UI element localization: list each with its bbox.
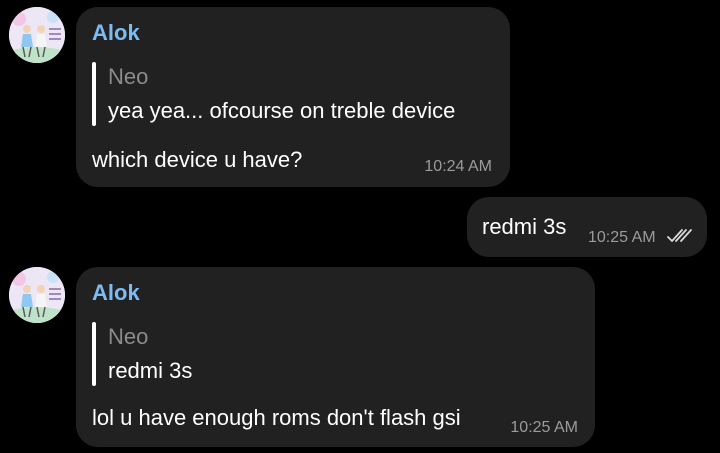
reply-quote-name[interactable]: Neo	[108, 324, 148, 350]
sender-name[interactable]: Alok	[92, 20, 140, 46]
reply-quote-name[interactable]: Neo	[108, 64, 148, 90]
message-text: redmi 3s	[482, 214, 567, 239]
sender-name[interactable]: Alok	[92, 280, 140, 306]
message-timestamp: 10:24 AM	[424, 158, 492, 175]
profile-picture-icon	[9, 7, 65, 63]
message-bubble-incoming[interactable]: Alok Neo redmi 3s lol u have enough roms…	[76, 267, 595, 447]
double-check-icon	[667, 229, 692, 242]
message-bubble-outgoing[interactable]: redmi 3s 10:25 AM	[467, 197, 707, 257]
avatar[interactable]	[9, 267, 65, 323]
profile-picture-icon	[9, 267, 65, 323]
reply-quote-text[interactable]: yea yea... ofcourse on treble device	[108, 98, 455, 124]
reply-quote-bar	[92, 62, 96, 126]
message-timestamp: 10:25 AM	[588, 229, 656, 246]
message-timestamp: 10:25 AM	[510, 419, 578, 436]
avatar[interactable]	[9, 7, 65, 63]
message-text: which device u have?	[92, 147, 303, 172]
message-bubble-incoming[interactable]: Alok Neo yea yea... ofcourse on treble d…	[76, 7, 510, 187]
reply-quote-text[interactable]: redmi 3s	[108, 358, 192, 384]
reply-quote-bar	[92, 322, 96, 386]
message-text: lol u have enough roms don't flash gsi	[92, 405, 461, 430]
